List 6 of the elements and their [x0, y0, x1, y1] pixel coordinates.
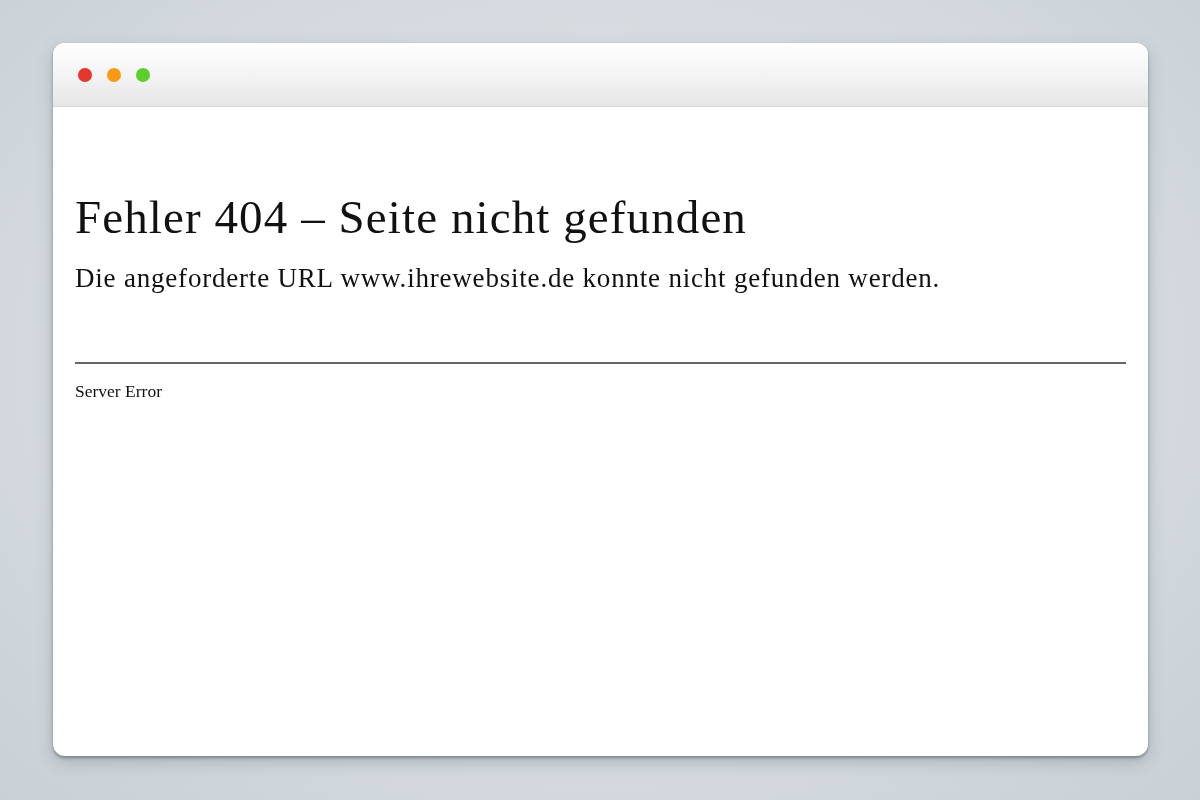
window-control-button[interactable]: [107, 67, 121, 82]
window-control-button[interactable]: [136, 67, 150, 82]
error-heading: Fehler 404 – Seite nicht gefunden: [75, 190, 747, 245]
window-control-button[interactable]: [78, 67, 92, 82]
error-message: Die angeforderte URL www.ihrewebsite.de konnte nicht gefunden werden.: [75, 263, 941, 295]
server-footer-text: Server Error: [75, 381, 162, 402]
